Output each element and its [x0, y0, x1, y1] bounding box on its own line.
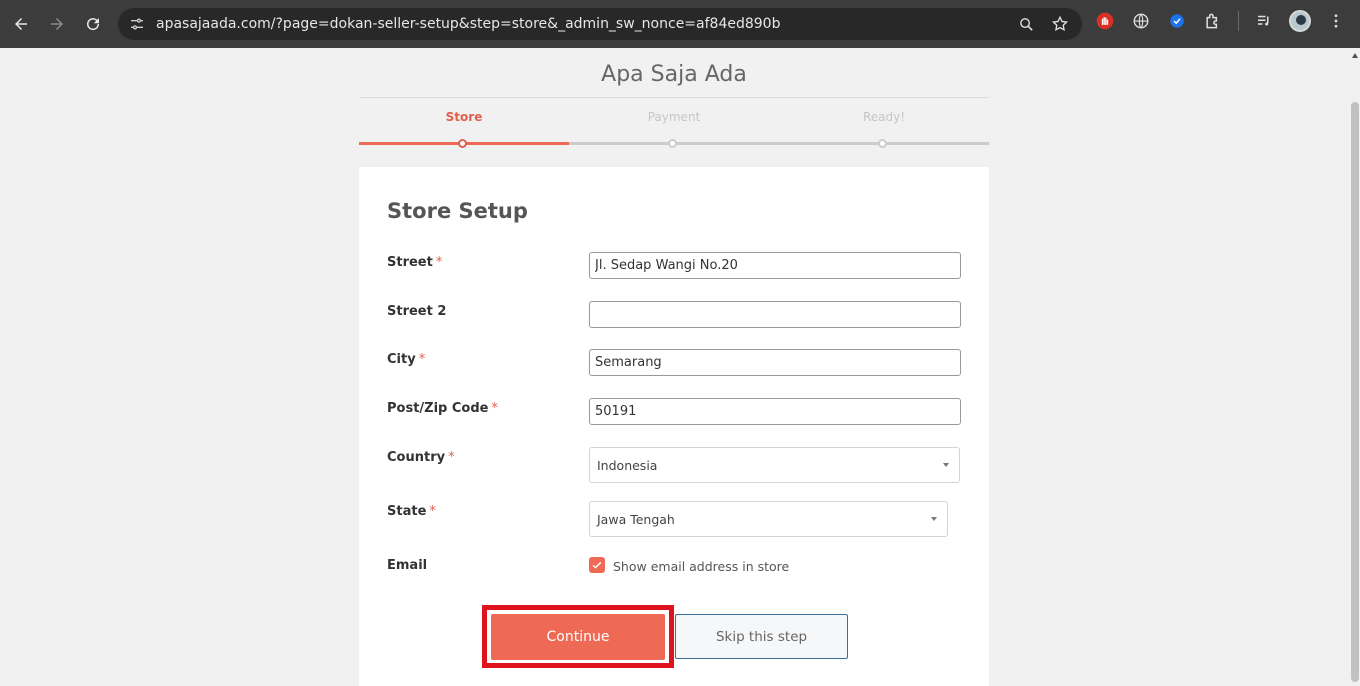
country-select[interactable]: Indonesia — [589, 447, 960, 483]
site-settings-icon[interactable] — [128, 15, 146, 33]
extension-check-icon[interactable] — [1166, 10, 1188, 32]
country-select-value: Indonesia — [597, 457, 658, 473]
zip-input[interactable] — [589, 398, 961, 425]
scroll-up-icon[interactable] — [1352, 53, 1358, 58]
extension-globe-icon[interactable] — [1130, 10, 1152, 32]
city-label: City * — [387, 352, 426, 367]
extension-hand-icon[interactable] — [1094, 10, 1116, 32]
city-input[interactable] — [589, 349, 961, 376]
menu-dots-icon[interactable] — [1325, 10, 1347, 32]
show-email-label[interactable]: Show email address in store — [613, 559, 789, 574]
title-divider — [359, 97, 989, 98]
state-select[interactable]: Jawa Tengah — [589, 501, 948, 537]
step-dot-payment — [668, 139, 677, 148]
toolbar-separator — [1238, 11, 1239, 31]
step-dot-store — [458, 139, 467, 148]
media-control-icon[interactable] — [1253, 10, 1275, 32]
show-email-checkbox[interactable] — [589, 557, 605, 573]
step-payment: Payment — [647, 110, 701, 124]
zip-label: Post/Zip Code * — [387, 401, 498, 416]
form-title: Store Setup — [387, 199, 528, 223]
step-dot-ready — [878, 139, 887, 148]
step-progress-remaining — [569, 142, 989, 145]
step-ready: Ready! — [862, 110, 906, 124]
browser-toolbar: apasajaada.com/?page=dokan-seller-setup&… — [0, 0, 1360, 48]
state-select-value: Jawa Tengah — [597, 511, 675, 527]
zoom-icon[interactable] — [1016, 14, 1036, 34]
chevron-down-icon — [931, 517, 937, 521]
forward-icon[interactable] — [39, 6, 75, 42]
state-label: State * — [387, 504, 436, 519]
extensions-puzzle-icon[interactable] — [1202, 10, 1224, 32]
street-input[interactable] — [589, 252, 961, 279]
store-setup-card: Store Setup Street* Street 2 City* Post/… — [359, 167, 989, 686]
setup-steps: Store Payment Ready! — [359, 110, 989, 150]
country-label: Country * — [387, 450, 455, 465]
street2-input[interactable] — [589, 301, 961, 328]
chevron-down-icon — [943, 463, 949, 467]
site-title: Apa Saja Ada — [601, 62, 747, 87]
profile-avatar[interactable] — [1289, 10, 1311, 32]
step-store: Store — [445, 110, 483, 124]
bookmark-star-icon[interactable] — [1050, 14, 1070, 34]
street-label: Street * — [387, 255, 443, 270]
checkmark-icon — [592, 561, 602, 569]
page-scrollbar[interactable] — [1350, 48, 1360, 686]
email-label: Email — [387, 558, 428, 573]
street2-label: Street 2 — [387, 304, 447, 319]
back-icon[interactable] — [3, 6, 39, 42]
continue-button[interactable]: Continue — [491, 614, 665, 660]
scroll-thumb[interactable] — [1351, 102, 1359, 682]
reload-icon[interactable] — [75, 6, 111, 42]
skip-step-button[interactable]: Skip this step — [675, 614, 848, 659]
url-text[interactable]: apasajaada.com/?page=dokan-seller-setup&… — [156, 16, 780, 32]
address-bar[interactable]: apasajaada.com/?page=dokan-seller-setup&… — [118, 8, 1082, 40]
